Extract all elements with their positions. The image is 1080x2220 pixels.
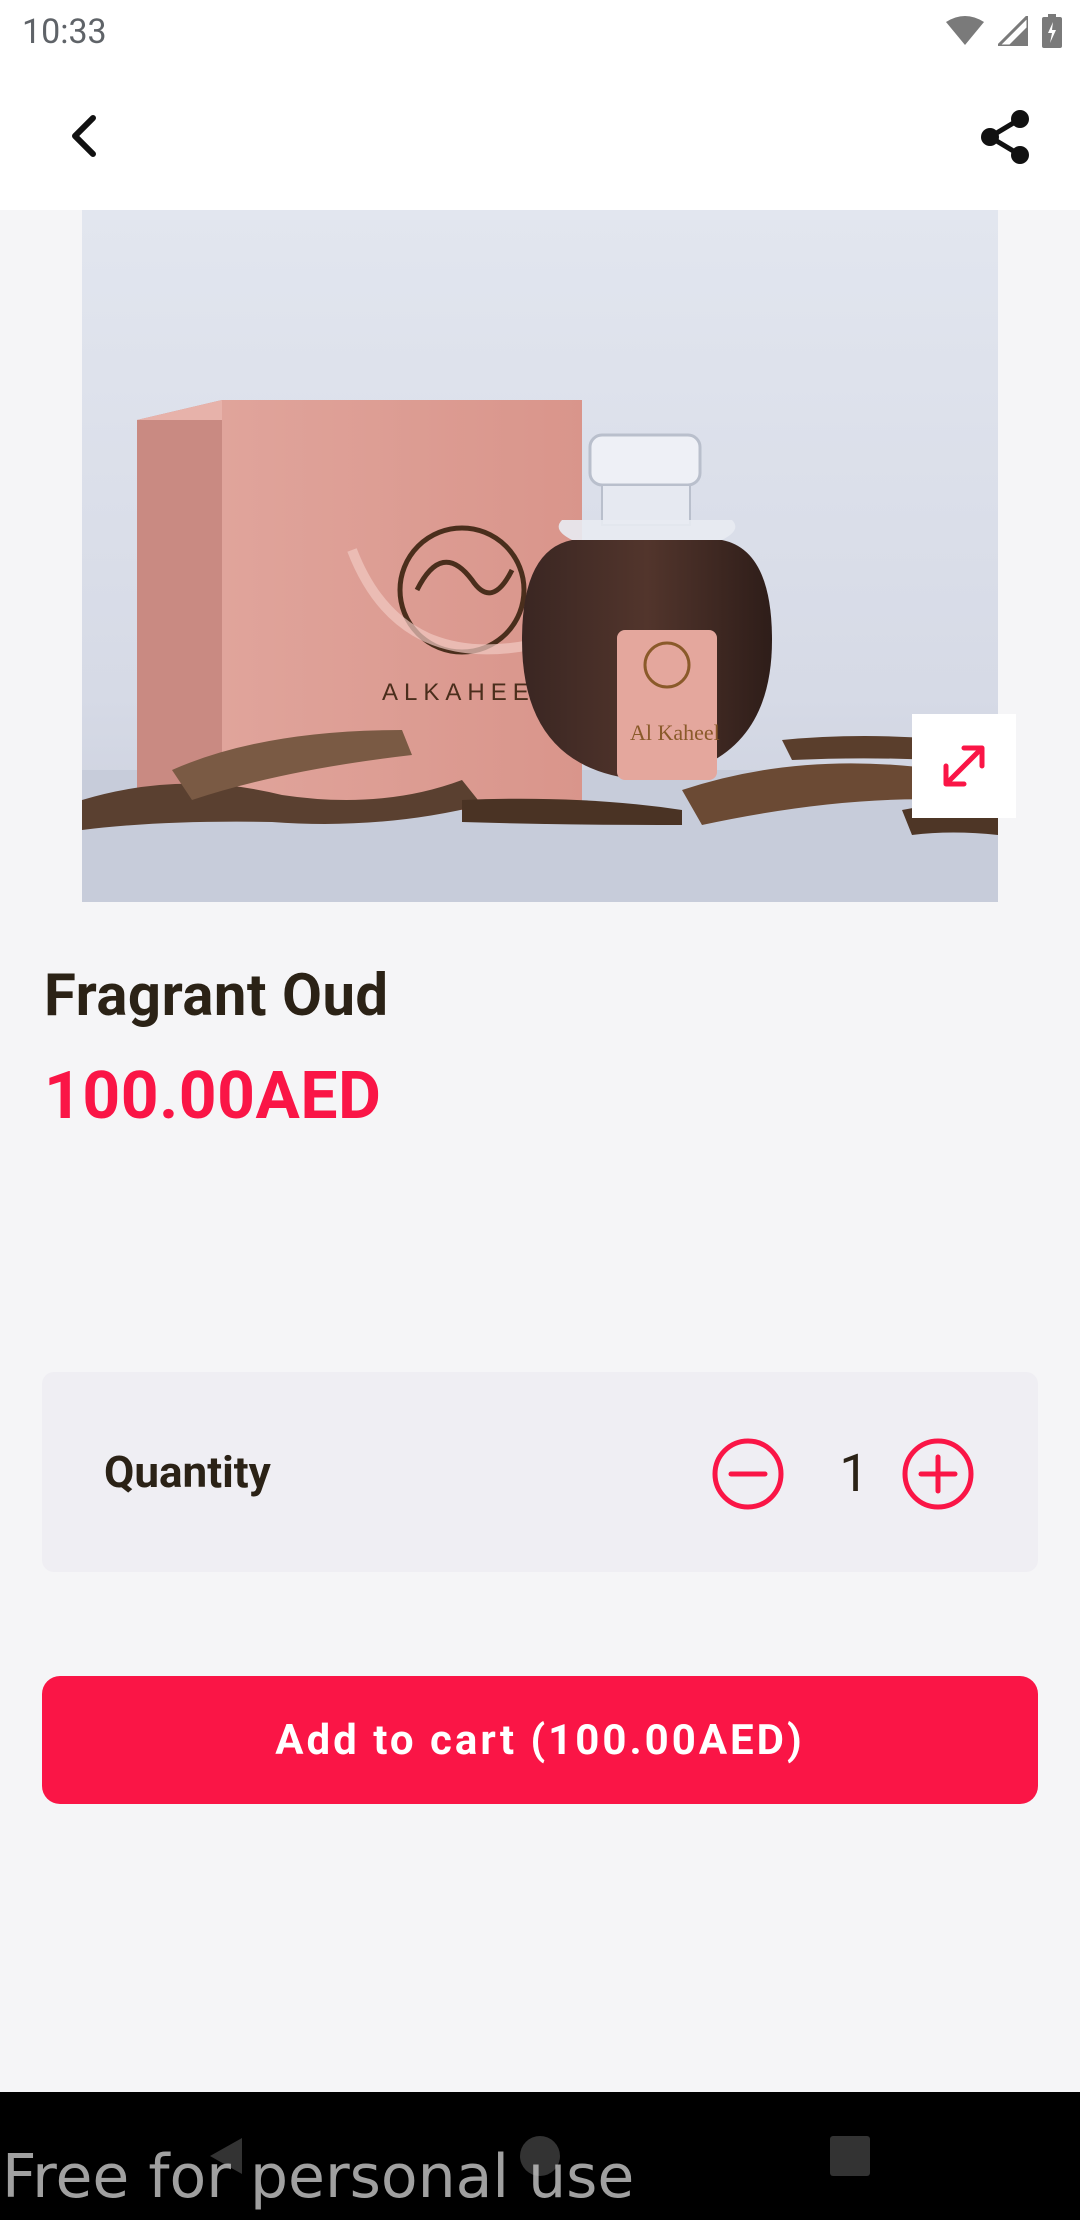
decrease-quantity-button[interactable] <box>710 1436 786 1512</box>
minus-circle-icon <box>712 1438 784 1510</box>
svg-text:Al Kaheel: Al Kaheel <box>630 720 720 745</box>
watermark-text: Free for personal use <box>2 2142 635 2212</box>
status-time: 10:33 <box>22 12 107 52</box>
quantity-card: Quantity 1 <box>42 1372 1038 1572</box>
expand-icon <box>943 745 985 787</box>
chevron-left-icon <box>72 115 96 157</box>
quantity-value: 1 <box>839 1443 869 1504</box>
quantity-label: Quantity <box>104 1446 271 1498</box>
product-title: Fragrant Oud <box>44 962 389 1030</box>
product-photo: ALKAHEE Al Kaheel <box>82 210 998 902</box>
increase-quantity-button[interactable] <box>900 1436 976 1512</box>
svg-text:ALKAHEE: ALKAHEE <box>382 679 535 706</box>
product-image[interactable]: ALKAHEE Al Kaheel <box>82 210 998 902</box>
share-icon <box>981 110 1029 164</box>
nav-recents-icon[interactable] <box>830 2136 870 2176</box>
add-to-cart-button[interactable]: Add to cart (100.00AED) <box>42 1676 1038 1804</box>
back-button[interactable] <box>52 104 116 168</box>
signal-icon <box>998 16 1028 46</box>
battery-icon <box>1042 14 1062 48</box>
plus-circle-icon <box>902 1438 974 1510</box>
app-bar <box>0 64 1080 210</box>
share-button[interactable] <box>970 102 1040 172</box>
status-bar: 10:33 <box>0 0 1080 64</box>
status-icons <box>946 14 1062 48</box>
wifi-icon <box>946 16 984 45</box>
expand-button[interactable] <box>912 714 1016 818</box>
product-price: 100.00AED <box>44 1058 382 1135</box>
